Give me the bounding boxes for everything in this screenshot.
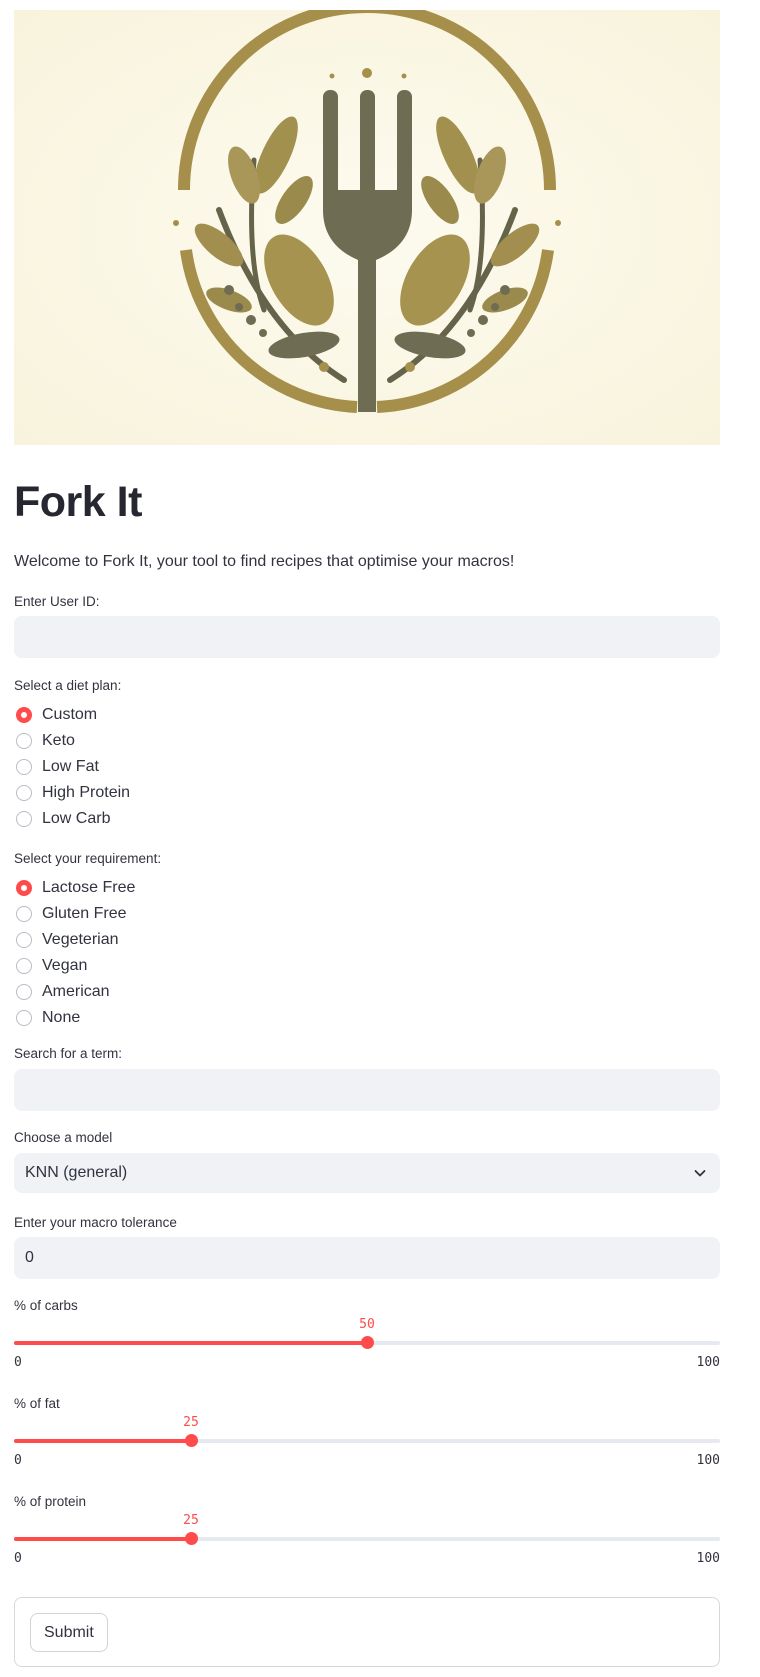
diet-plan-radio-group: Custom Keto Low Fat High Protein Low Carb — [14, 702, 130, 832]
slider-value: 25 — [183, 1415, 199, 1430]
tolerance-input[interactable] — [14, 1237, 720, 1279]
slider-max-label: 100 — [696, 1453, 720, 1468]
radio-circle-icon[interactable] — [16, 707, 32, 723]
tolerance-label: Enter your macro tolerance — [14, 1215, 177, 1230]
requirement-option-vegeterian[interactable]: Vegeterian — [14, 927, 135, 953]
radio-label: Low Carb — [42, 810, 111, 827]
radio-circle-icon[interactable] — [16, 906, 32, 922]
intro-text: Welcome to Fork It, your tool to find re… — [14, 553, 515, 570]
requirement-label: Select your requirement: — [14, 851, 162, 866]
diet-option-keto[interactable]: Keto — [14, 728, 130, 754]
slider-max-label: 100 — [696, 1551, 720, 1566]
radio-label: Vegan — [42, 957, 88, 974]
slider-value: 25 — [183, 1513, 199, 1528]
protein-slider[interactable]: 25 0 100 — [14, 1503, 720, 1566]
requirement-radio-group: Lactose Free Gluten Free Vegeterian Vegan Am… — [14, 875, 135, 1031]
slider-thumb[interactable] — [185, 1532, 198, 1545]
slider-max-label: 100 — [696, 1355, 720, 1370]
diet-option-low-carb[interactable]: Low Carb — [14, 806, 130, 832]
user-id-label: Enter User ID: — [14, 594, 100, 609]
radio-circle-icon[interactable] — [16, 1010, 32, 1026]
radio-label: Custom — [42, 706, 98, 723]
diet-option-custom[interactable]: Custom — [14, 702, 130, 728]
slider-min-label: 0 — [14, 1551, 22, 1566]
slider-fill — [14, 1341, 367, 1345]
radio-circle-icon[interactable] — [16, 785, 32, 801]
radio-circle-icon[interactable] — [16, 733, 32, 749]
radio-label: American — [42, 983, 110, 1000]
radio-circle-icon[interactable] — [16, 984, 32, 1000]
radio-circle-icon[interactable] — [16, 880, 32, 896]
search-term-input[interactable] — [14, 1069, 720, 1111]
carbs-slider[interactable]: 50 0 100 — [14, 1307, 720, 1370]
radio-label: Lactose Free — [42, 879, 136, 896]
slider-thumb[interactable] — [185, 1434, 198, 1447]
slider-min-label: 0 — [14, 1355, 22, 1370]
diet-option-low-fat[interactable]: Low Fat — [14, 754, 130, 780]
chevron-down-icon — [694, 1170, 706, 1177]
search-term-label: Search for a term: — [14, 1046, 123, 1061]
model-label: Choose a model — [14, 1130, 113, 1145]
requirement-option-vegan[interactable]: Vegan — [14, 953, 135, 979]
radio-label: Keto — [42, 732, 75, 749]
page-title: Fork It — [14, 478, 142, 526]
hero-image — [14, 10, 720, 445]
diet-option-high-protein[interactable]: High Protein — [14, 780, 130, 806]
radio-circle-icon[interactable] — [16, 958, 32, 974]
requirement-option-american[interactable]: American — [14, 979, 135, 1005]
radio-label: Vegeterian — [42, 931, 119, 948]
slider-thumb[interactable] — [361, 1336, 374, 1349]
model-selected-value: KNN (general) — [25, 1164, 128, 1181]
radio-label: Low Fat — [42, 758, 99, 775]
radio-label: High Protein — [42, 784, 131, 801]
fat-slider[interactable]: 25 0 100 — [14, 1405, 720, 1468]
slider-value: 50 — [359, 1317, 375, 1332]
requirement-option-lactose-free[interactable]: Lactose Free — [14, 875, 135, 901]
diet-plan-label: Select a diet plan: — [14, 678, 122, 693]
submit-button[interactable]: Submit — [30, 1613, 108, 1652]
radio-circle-icon[interactable] — [16, 932, 32, 948]
radio-label: Gluten Free — [42, 905, 127, 922]
form-container: Submit — [14, 1597, 720, 1667]
slider-fill — [14, 1537, 191, 1541]
requirement-option-none[interactable]: None — [14, 1005, 135, 1031]
slider-min-label: 0 — [14, 1453, 22, 1468]
radio-circle-icon[interactable] — [16, 811, 32, 827]
user-id-input[interactable] — [14, 616, 720, 658]
radio-circle-icon[interactable] — [16, 759, 32, 775]
requirement-option-gluten-free[interactable]: Gluten Free — [14, 901, 135, 927]
model-select[interactable]: KNN (general) — [14, 1153, 720, 1193]
radio-label: None — [42, 1009, 81, 1026]
slider-fill — [14, 1439, 191, 1443]
fork-leaves-logo-icon — [14, 10, 720, 445]
